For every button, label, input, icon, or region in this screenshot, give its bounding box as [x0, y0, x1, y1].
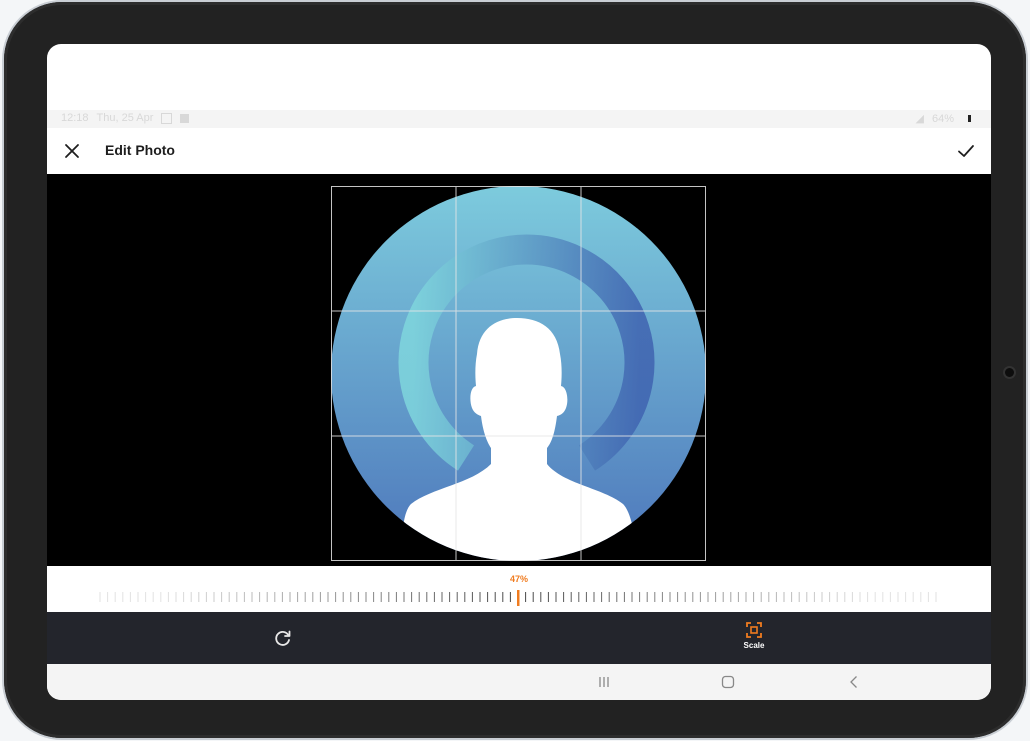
scale-slider[interactable]: 47%: [47, 566, 991, 612]
battery-icon: [968, 115, 971, 122]
status-battery: 64%: [931, 112, 954, 125]
photo-canvas: [47, 174, 991, 566]
back-button[interactable]: [845, 673, 863, 691]
home-icon: [721, 675, 735, 689]
checkmark-icon: [958, 145, 974, 157]
recents-button[interactable]: [595, 673, 613, 691]
page-title: Edit Photo: [105, 142, 175, 158]
rotate-icon: [275, 630, 291, 646]
rotate-button[interactable]: [272, 627, 294, 649]
gallery-notification-icon: [161, 112, 173, 124]
confirm-button[interactable]: [955, 140, 977, 162]
wifi-icon: ◢: [915, 113, 924, 125]
scale-ruler[interactable]: [47, 588, 991, 608]
close-button[interactable]: [61, 140, 83, 162]
download-notification-icon: [180, 113, 190, 123]
camera-icon: [1005, 368, 1014, 377]
edit-toolbar: Scale: [47, 612, 991, 664]
app-bar: Edit Photo: [47, 128, 991, 174]
tablet-frame: 12:18 Thu, 25 Apr ◢ 64% Edit Photo 47% S…: [4, 2, 1026, 738]
status-time: 12:18: [61, 112, 89, 124]
scale-indicator[interactable]: [517, 590, 520, 606]
screen: 12:18 Thu, 25 Apr ◢ 64% Edit Photo 47% S…: [47, 44, 991, 700]
home-button[interactable]: [719, 673, 737, 691]
scale-value-label: 47%: [509, 574, 528, 584]
crop-area[interactable]: [331, 186, 706, 561]
recents-icon: [599, 677, 609, 687]
back-icon: [850, 676, 857, 688]
status-date: Thu, 25 Apr: [96, 112, 154, 124]
scale-button[interactable]: Scale: [733, 621, 775, 657]
status-bar: 12:18 Thu, 25 Apr ◢ 64%: [47, 110, 991, 128]
close-icon: [65, 144, 79, 158]
scale-label: Scale: [743, 641, 765, 650]
scale-icon: [746, 622, 762, 638]
avatar-photo: [331, 186, 706, 561]
system-nav-bar: [47, 664, 991, 700]
